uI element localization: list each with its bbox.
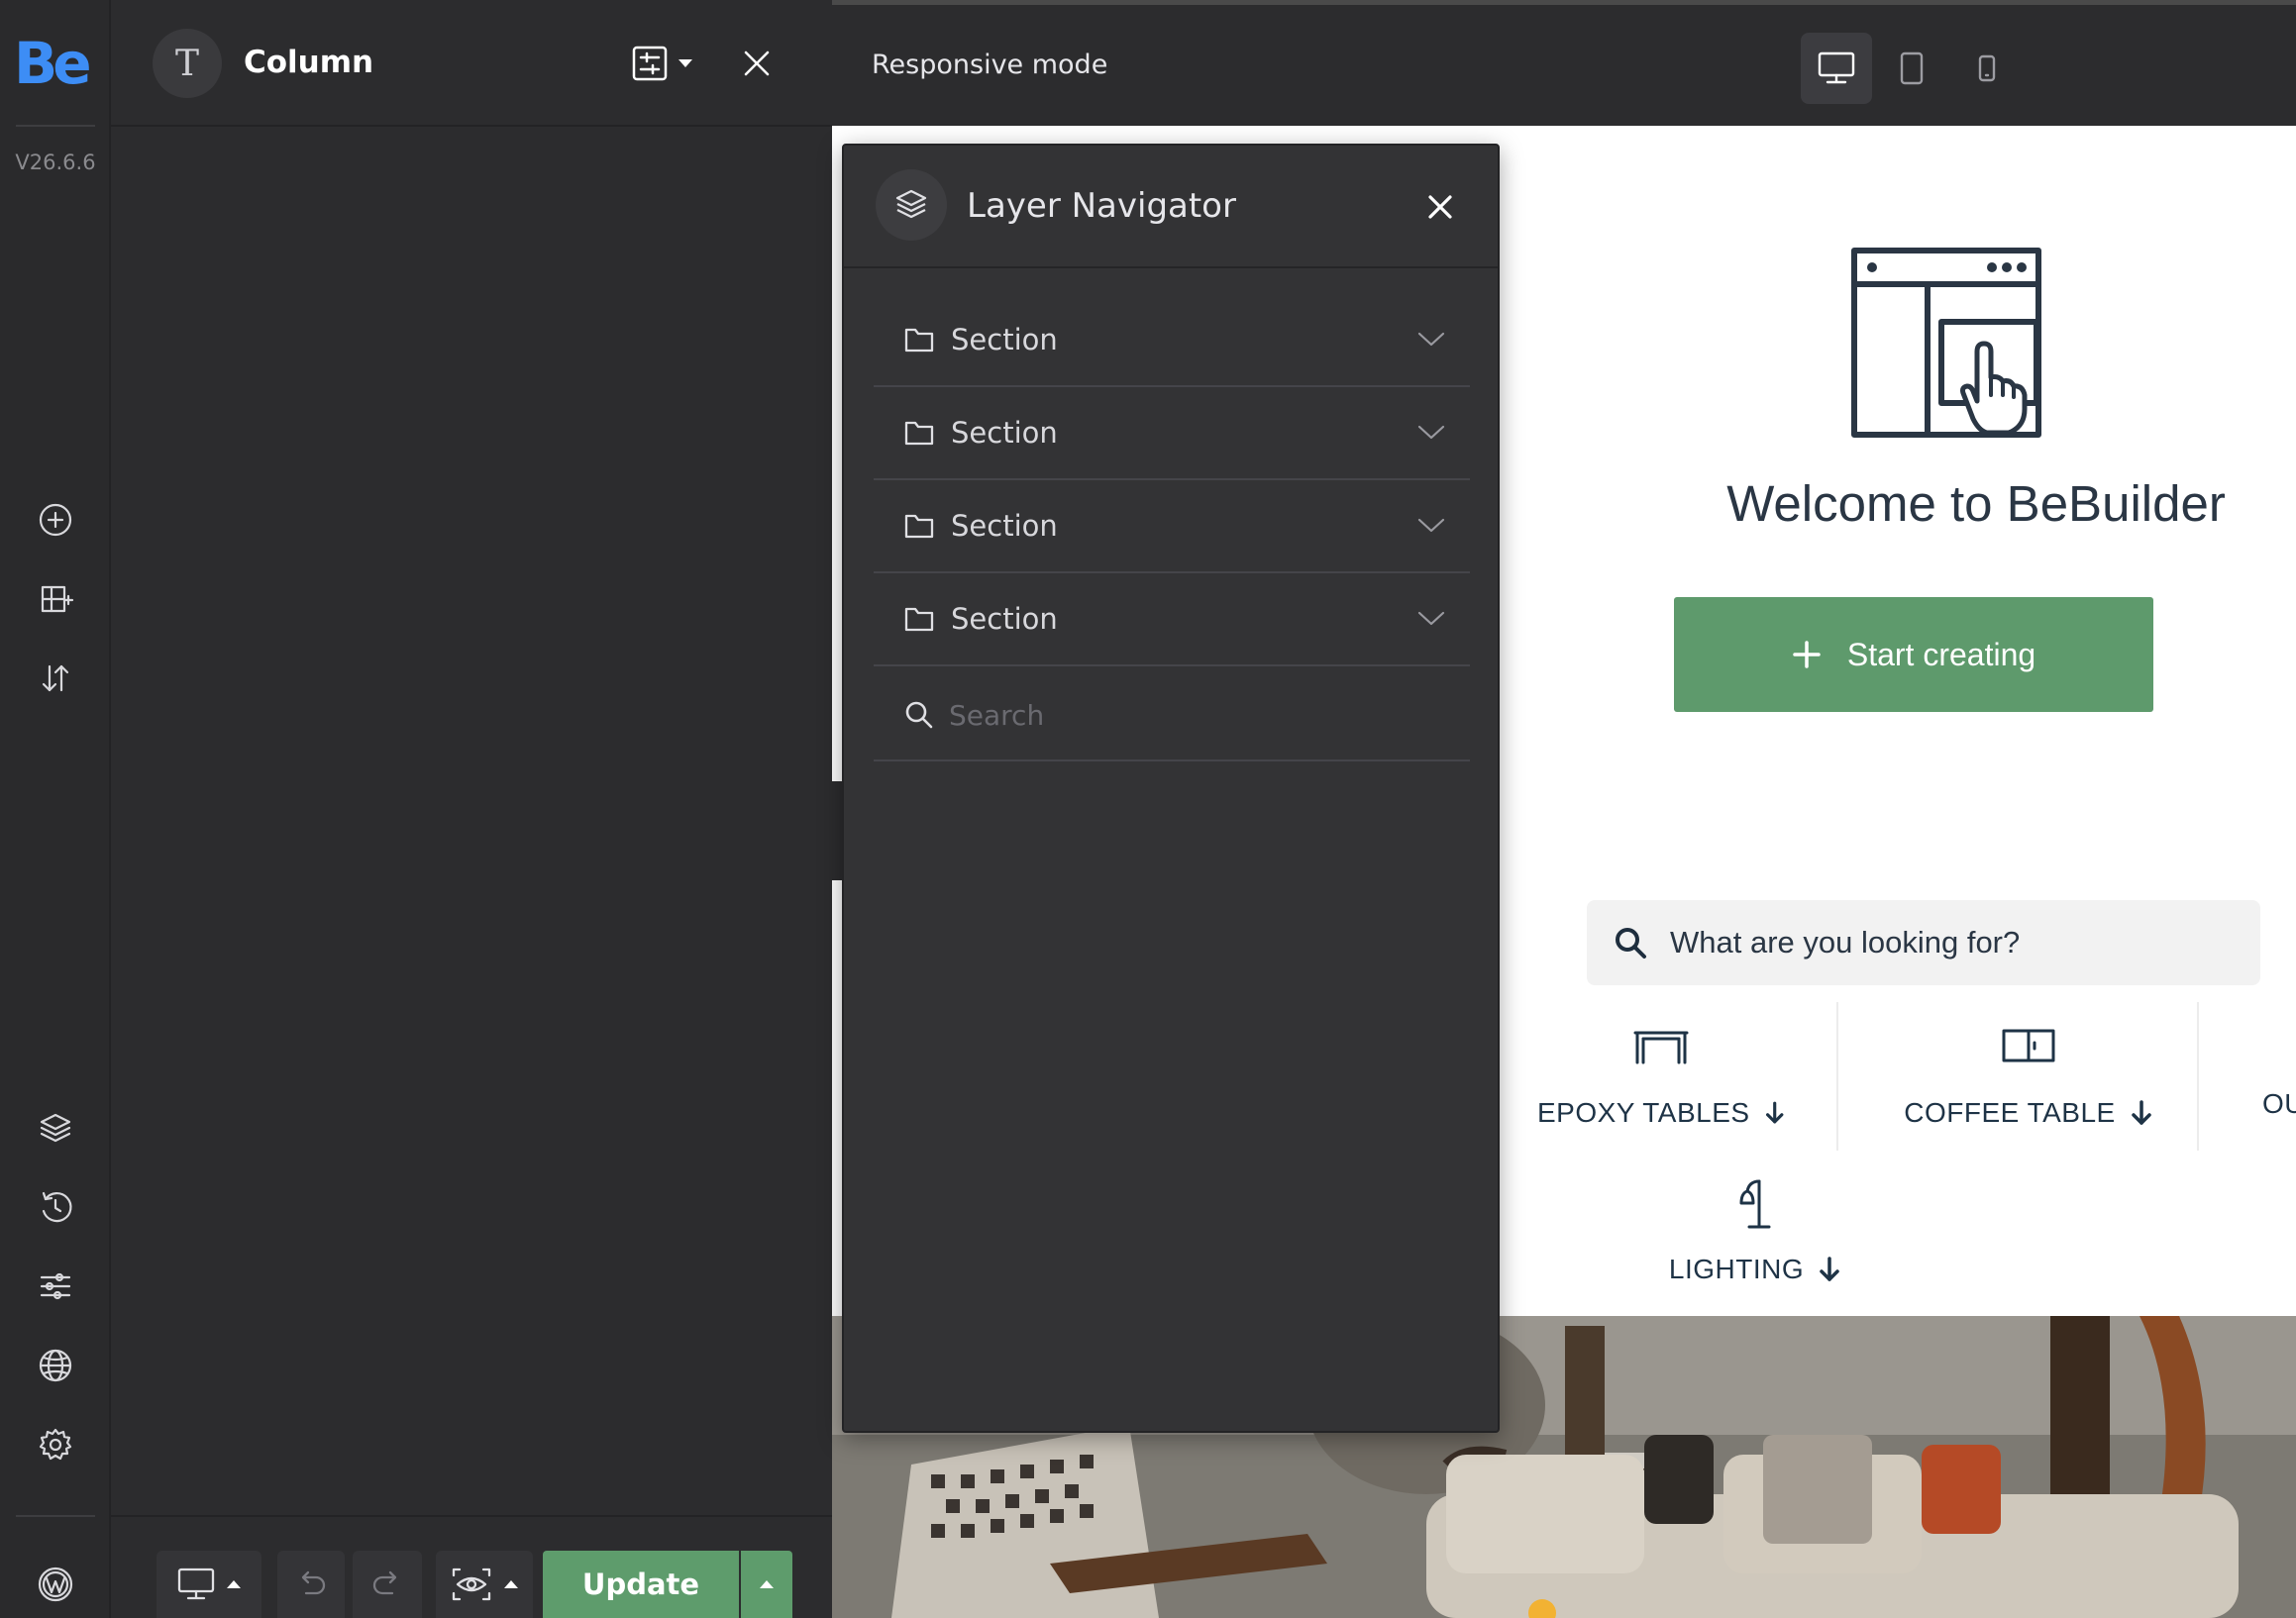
left-rail: Be V26.6.6 xyxy=(0,0,111,1618)
layer-navigator-header: Layer Navigator xyxy=(844,146,1498,268)
arrow-down-icon xyxy=(1820,1257,1839,1281)
mobile-view-icon[interactable] xyxy=(1951,33,2023,104)
layer-item-label: Section xyxy=(951,509,1058,543)
toolbar-divider xyxy=(111,1515,832,1517)
layer-item-section[interactable]: Section xyxy=(874,480,1470,573)
category-epoxy-tables[interactable]: EPOXY TABLES xyxy=(1537,1027,1785,1129)
layers-icon[interactable] xyxy=(26,1098,85,1158)
version-label: V26.6.6 xyxy=(15,151,96,174)
layer-item-section[interactable]: Section xyxy=(874,387,1470,480)
layer-item-section[interactable]: Section xyxy=(874,573,1470,666)
search-icon xyxy=(905,701,933,729)
category-divider xyxy=(1836,1002,1838,1151)
arrow-down-icon xyxy=(1765,1101,1783,1124)
lamp-icon xyxy=(1739,1179,1771,1229)
device-preview-button[interactable] xyxy=(157,1551,261,1618)
chevron-down-icon[interactable] xyxy=(1416,331,1446,349)
element-type-icon: T xyxy=(153,29,222,98)
category-coffee-table[interactable]: COFFEE TABLE xyxy=(1890,1027,2167,1129)
layer-item-label: Section xyxy=(951,416,1058,450)
folder-icon xyxy=(904,421,934,446)
layer-search xyxy=(874,670,1470,761)
redo-button[interactable] xyxy=(353,1551,422,1618)
rail-divider xyxy=(16,125,95,127)
start-creating-button[interactable]: Start creating xyxy=(1674,597,2153,712)
folder-icon xyxy=(904,328,934,353)
layers-icon xyxy=(876,169,947,241)
start-creating-label: Start creating xyxy=(1846,636,2036,672)
layer-navigator-title: Layer Navigator xyxy=(967,186,1236,226)
panel-options-icon[interactable] xyxy=(626,40,674,87)
panel-header: T Column xyxy=(111,0,832,127)
cabinet-icon xyxy=(2002,1029,2055,1062)
welcome-heading: Welcome to BeBuilder xyxy=(1726,475,2226,532)
gear-icon[interactable] xyxy=(26,1415,85,1474)
search-icon xyxy=(1616,928,1646,959)
update-options-button[interactable] xyxy=(741,1551,792,1618)
panel-close-icon[interactable] xyxy=(733,40,781,87)
layer-search-input[interactable] xyxy=(949,698,1424,732)
plus-icon xyxy=(1793,641,1821,668)
site-search-placeholder: What are you looking for? xyxy=(1670,925,2021,960)
browser-click-icon xyxy=(1851,248,2041,438)
add-section-icon[interactable] xyxy=(26,569,85,629)
undo-button[interactable] xyxy=(277,1551,345,1618)
update-button[interactable]: Update xyxy=(543,1551,739,1618)
tablet-view-icon[interactable] xyxy=(1876,33,1947,104)
category-label: LIGHTING xyxy=(1668,1254,1805,1284)
responsive-topbar: Responsive mode xyxy=(832,5,2296,126)
folder-icon xyxy=(904,514,934,539)
rail-divider xyxy=(16,1515,95,1517)
category-label: COFFEE TABLE xyxy=(1904,1097,2116,1128)
chevron-down-icon[interactable] xyxy=(1416,610,1446,628)
close-icon[interactable] xyxy=(1412,179,1468,235)
desktop-view-icon[interactable] xyxy=(1801,33,1872,104)
layer-item-label: Section xyxy=(951,602,1058,636)
site-search-bar[interactable]: What are you looking for? xyxy=(1587,900,2260,985)
history-icon[interactable] xyxy=(26,1177,85,1237)
table-icon xyxy=(1633,1031,1689,1064)
layer-navigator-panel: Layer Navigator Section Section Section … xyxy=(842,144,1500,1433)
wordpress-icon[interactable] xyxy=(26,1555,85,1614)
chevron-down-icon[interactable] xyxy=(1416,424,1446,442)
add-element-icon[interactable] xyxy=(26,490,85,550)
element-panel: T Column xyxy=(111,0,832,1618)
settings-sliders-icon[interactable] xyxy=(26,1257,85,1316)
layer-item-label: Section xyxy=(951,323,1058,356)
globe-icon[interactable] xyxy=(26,1336,85,1395)
category-lighting[interactable]: LIGHTING xyxy=(1636,1177,1874,1285)
arrow-down-icon xyxy=(2131,1100,2151,1125)
preview-button[interactable] xyxy=(436,1551,533,1618)
panel-options-dropdown-icon[interactable] xyxy=(672,40,699,87)
layer-item-section[interactable]: Section xyxy=(874,294,1470,387)
category-divider xyxy=(2197,1002,2199,1151)
responsive-mode-label: Responsive mode xyxy=(872,50,1108,80)
folder-icon xyxy=(904,607,934,632)
chevron-down-icon[interactable] xyxy=(1416,517,1446,535)
brand-logo[interactable]: Be xyxy=(14,30,92,97)
category-partial[interactable]: OU xyxy=(2262,1088,2296,1120)
category-label: OU xyxy=(2262,1088,2296,1119)
panel-title: Column xyxy=(244,45,374,80)
bebuilder-app: Be V26.6.6 T Column Update Responsive mo… xyxy=(0,0,2296,1618)
category-label: EPOXY TABLES xyxy=(1537,1097,1750,1128)
sort-arrows-icon[interactable] xyxy=(26,649,85,708)
